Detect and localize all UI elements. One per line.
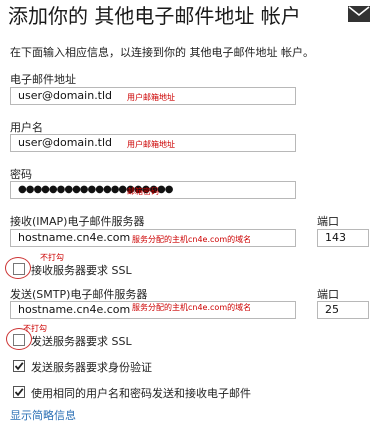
- annotation-circle: [5, 257, 31, 279]
- checkmark-icon: [14, 362, 24, 371]
- smtp-auth-checkbox[interactable]: [13, 360, 25, 372]
- annotation-circle: [6, 328, 32, 350]
- username-annotation: 用户邮箱地址: [127, 140, 175, 149]
- password-label: 密码: [10, 168, 32, 181]
- password-annotation: 邮箱密码: [127, 187, 159, 196]
- same-credentials-label: 使用相同的用户名和密码发送和接收电子邮件: [31, 387, 251, 400]
- checkmark-icon: [14, 388, 24, 397]
- imap-port-label: 端口: [317, 215, 339, 228]
- smtp-port-label: 端口: [317, 288, 339, 301]
- smtp-annotation: 服务分配的主机cn4e.com的域名: [132, 303, 252, 312]
- smtp-auth-label: 发送服务器要求身份验证: [31, 361, 152, 374]
- email-label: 电子邮件地址: [10, 73, 76, 86]
- smtp-label: 发送(SMTP)电子邮件服务器: [10, 288, 148, 301]
- email-annotation: 用户邮箱地址: [127, 93, 175, 102]
- smtp-ssl-label: 发送服务器要求 SSL: [31, 335, 132, 348]
- imap-ssl-label: 接收服务器要求 SSL: [31, 264, 132, 277]
- show-less-link[interactable]: 显示简略信息: [10, 407, 76, 423]
- same-credentials-checkbox[interactable]: [13, 386, 25, 398]
- imap-label: 接收(IMAP)电子邮件服务器: [10, 215, 145, 228]
- username-label: 用户名: [10, 121, 43, 134]
- imap-annotation: 服务分配的主机cn4e.com的域名: [132, 235, 252, 244]
- instructions-text: 在下面输入相应信息，以连接到你的 其他电子邮件地址 帐户。: [10, 46, 314, 59]
- smtp-port-field[interactable]: 25: [317, 301, 369, 319]
- mail-envelope-icon[interactable]: [348, 6, 370, 22]
- imap-port-field[interactable]: 143: [317, 229, 369, 247]
- page-title: 添加你的 其他电子邮件地址 帐户: [8, 4, 301, 28]
